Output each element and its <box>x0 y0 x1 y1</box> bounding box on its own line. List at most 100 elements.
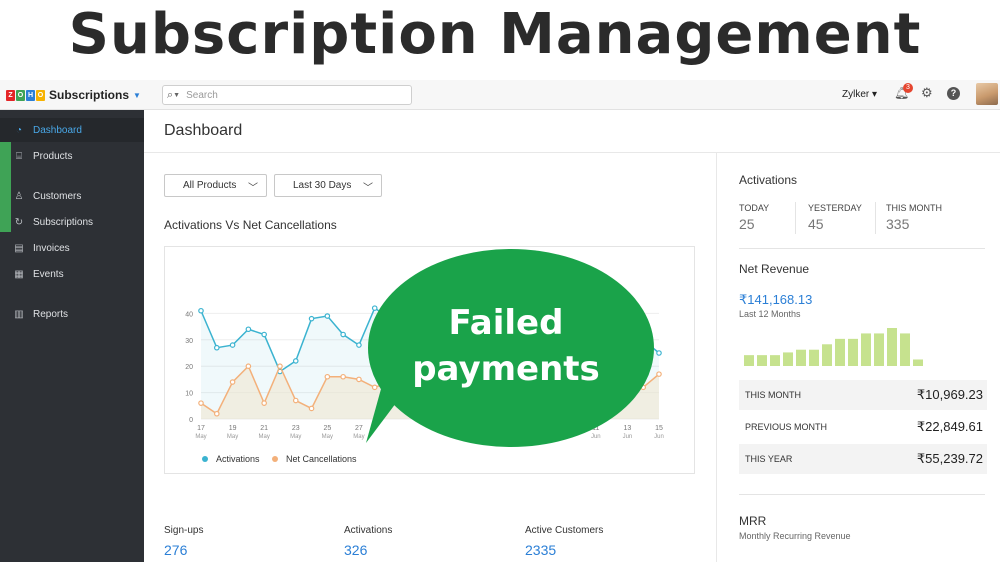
x-tick-day: 21 <box>260 425 268 432</box>
series-point <box>198 400 204 406</box>
revenue-bar <box>887 328 897 366</box>
sidebar-item-customers[interactable]: ♙ Customers <box>0 184 144 208</box>
legend-label: Net Cancellations <box>286 454 357 464</box>
help-icon[interactable]: ? <box>947 87 960 100</box>
revenue-row-value: ₹55,239.72 <box>916 451 983 466</box>
y-tick-label: 0 <box>189 417 193 424</box>
sidebar: ◔ Dashboard ⌸ Products ♙ Customers ↻ Sub… <box>0 110 144 562</box>
revenue-bar <box>757 355 767 366</box>
stat-label: Active Customers <box>525 525 604 536</box>
avatar[interactable] <box>976 83 998 105</box>
callout-line-2: payments <box>412 349 600 389</box>
divider <box>739 248 985 249</box>
calendar-icon: ▦ <box>14 268 24 280</box>
series-point <box>656 371 662 377</box>
notification-badge: 3 <box>903 83 913 93</box>
chart-title: Activations Vs Net Cancellations <box>164 218 337 232</box>
series-point <box>656 350 662 356</box>
series-point <box>198 307 204 314</box>
search-box[interactable]: ⌕ ▼ <box>162 85 412 105</box>
sidebar-item-reports[interactable]: ▥ Reports <box>0 302 144 326</box>
yesterday-value: 45 <box>808 216 824 232</box>
top-bar: Z O H O Subscriptions ▼ ⌕ ▼ Zylker ▾ 🔔︎ … <box>0 80 1000 110</box>
net-revenue-value[interactable]: ₹141,168.13 <box>739 292 812 308</box>
stat-value[interactable]: 326 <box>344 542 392 558</box>
revenue-bar <box>913 359 923 366</box>
sidebar-item-label: Dashboard <box>33 124 82 136</box>
x-tick-month: May <box>227 434 238 440</box>
sidebar-item-subscriptions[interactable]: ↻ Subscriptions <box>0 210 144 234</box>
sidebar-item-invoices[interactable]: ▤ Invoices <box>0 236 144 260</box>
divider <box>875 202 876 234</box>
series-point <box>308 315 315 322</box>
product-filter-dropdown[interactable]: All Products ﹀ <box>164 174 267 197</box>
chevron-down-icon: ﹀ <box>363 183 373 194</box>
callout-line-1: Failed <box>448 303 564 343</box>
series-point <box>261 331 267 338</box>
series-point <box>229 379 236 385</box>
sidebar-item-events[interactable]: ▦ Events <box>0 262 144 286</box>
stat-label: Activations <box>344 525 393 536</box>
org-switcher[interactable]: Zylker ▾ <box>842 89 877 100</box>
x-tick-day: 23 <box>292 425 300 432</box>
activations-title: Activations <box>739 173 798 187</box>
date-range-dropdown[interactable]: Last 30 Days ﹀ <box>274 174 382 197</box>
dropdown-label: All Products <box>183 180 237 191</box>
sidebar-item-label: Products <box>33 150 73 162</box>
revenue-row-previous-month: PREVIOUS MONTH ₹22,849.61 <box>739 412 987 442</box>
series-point <box>308 405 315 412</box>
chevron-down-icon[interactable]: ▼ <box>133 91 141 100</box>
series-point <box>245 363 252 370</box>
series-point <box>213 410 220 417</box>
search-input[interactable] <box>186 89 387 101</box>
revenue-row-this-year: THIS YEAR ₹55,239.72 <box>739 444 987 474</box>
legend-marker <box>272 456 278 462</box>
y-tick-label: 30 <box>185 338 193 345</box>
series-point <box>324 313 331 319</box>
dashboard-icon: ◔ <box>15 124 23 136</box>
series-point <box>340 373 346 380</box>
y-tick-label: 40 <box>185 311 193 318</box>
revenue-bar <box>835 338 845 366</box>
gear-icon[interactable]: ⚙ <box>921 85 933 101</box>
revenue-row-this-month: THIS MONTH ₹10,969.23 <box>739 380 987 410</box>
search-scope-chevron-icon[interactable]: ▼ <box>173 92 180 99</box>
revenue-bar <box>861 333 871 366</box>
series-point <box>292 397 299 404</box>
x-tick-month: May <box>290 434 301 440</box>
sidebar-item-label: Subscriptions <box>33 216 94 228</box>
x-tick-month: May <box>353 434 364 440</box>
banner: Subscription Management <box>0 0 1000 80</box>
legend-marker <box>202 456 208 462</box>
logo-letter-o: O <box>16 89 25 101</box>
revenue-bar <box>874 333 884 366</box>
divider <box>739 494 985 495</box>
stat-value[interactable]: 2335 <box>525 542 603 558</box>
series-point <box>213 344 220 351</box>
sidebar-item-label: Events <box>33 268 64 280</box>
this-month-label: THIS MONTH <box>886 203 942 213</box>
revenue-row-label: PREVIOUS MONTH <box>745 422 828 432</box>
sidebar-item-products[interactable]: ⌸ Products <box>0 144 144 168</box>
x-tick-day: 17 <box>197 425 205 432</box>
revenue-row-label: THIS YEAR <box>745 454 793 464</box>
y-tick-label: 20 <box>185 364 193 371</box>
yesterday-label: YESTERDAY <box>808 203 862 213</box>
stat-value[interactable]: 276 <box>164 542 203 558</box>
sidebar-item-dashboard[interactable]: ◔ Dashboard <box>0 118 144 142</box>
revenue-bar <box>744 355 754 366</box>
series-point <box>356 376 362 383</box>
x-tick-month: May <box>195 434 206 440</box>
app-logo[interactable]: Z O H O Subscriptions ▼ <box>6 88 141 102</box>
stat-active-customers: Active Customers 2335 <box>525 525 603 558</box>
series-point <box>292 358 299 364</box>
divider <box>716 153 717 562</box>
stat-signups: Sign-ups 276 <box>164 525 203 558</box>
revenue-bar <box>822 344 832 366</box>
revenue-bar <box>900 333 910 366</box>
today-value: 25 <box>739 216 755 232</box>
document-icon: ▤ <box>14 242 24 254</box>
y-tick-label: 10 <box>185 391 193 398</box>
revenue-bar <box>848 338 858 366</box>
series-point <box>356 342 362 348</box>
